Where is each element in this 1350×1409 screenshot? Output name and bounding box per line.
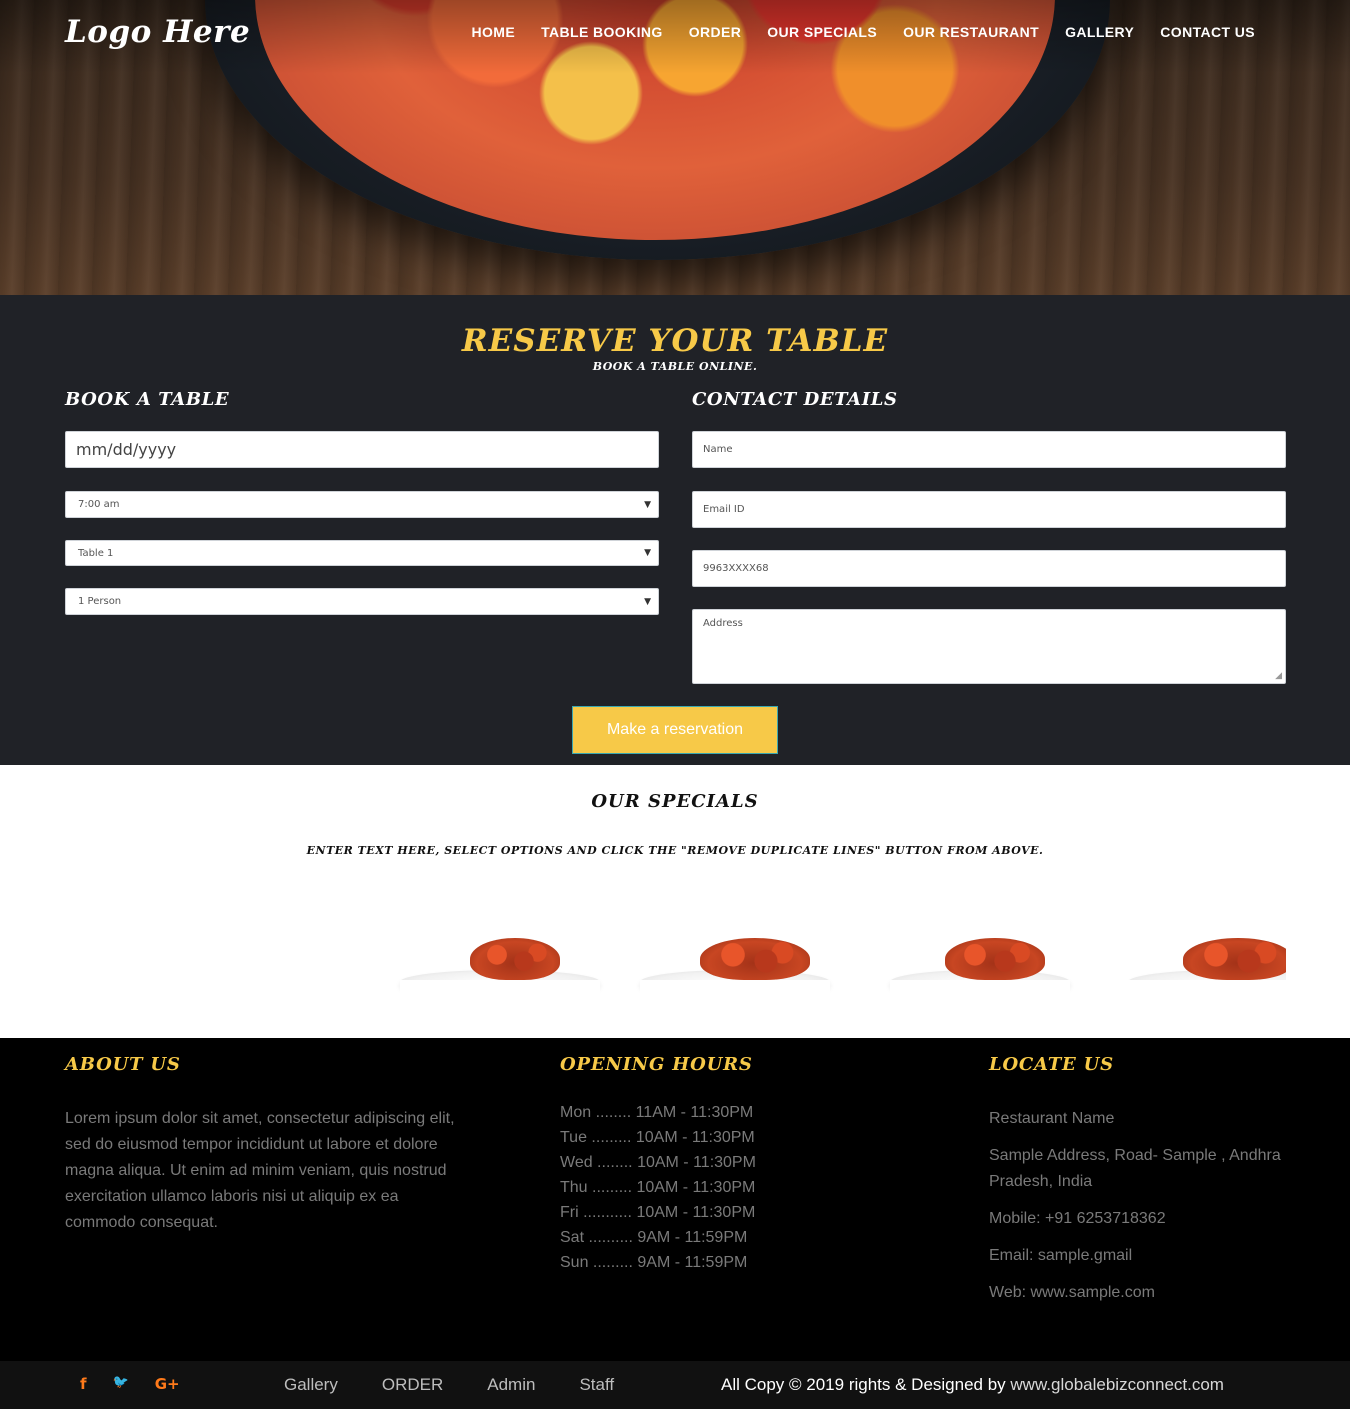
date-input[interactable]: mm/dd/yyyy: [65, 431, 659, 468]
hours-row: Thu ......... 10AM - 11:30PM: [560, 1179, 756, 1196]
specials-section: OUR SPECIALS ENTER TEXT HERE, SELECT OPT…: [0, 765, 1350, 1038]
nav-contact-us[interactable]: CONTACT US: [1160, 24, 1255, 40]
restaurant-email: Email: sample.gmail: [989, 1247, 1133, 1264]
hours-row: Fri ........... 10AM - 11:30PM: [560, 1204, 756, 1221]
restaurant-name: Restaurant Name: [989, 1110, 1115, 1127]
table-value: Table 1: [78, 547, 114, 559]
name-placeholder: Name: [703, 444, 733, 455]
site-logo[interactable]: Logo Here: [65, 14, 250, 50]
nav-home[interactable]: HOME: [471, 24, 515, 40]
chevron-down-icon: ▼: [644, 596, 651, 607]
social-links: f 🐦 G+: [80, 1375, 180, 1393]
contact-details-heading: CONTACT DETAILS: [692, 389, 898, 410]
name-input[interactable]: Name: [692, 431, 1286, 468]
hours-row: Wed ........ 10AM - 11:30PM: [560, 1154, 756, 1171]
chevron-down-icon: ▼: [644, 499, 651, 510]
persons-select[interactable]: 1 Person ▼: [65, 588, 659, 615]
reservation-title: RESERVE YOUR TABLE: [461, 323, 889, 359]
google-plus-icon[interactable]: G+: [155, 1375, 180, 1393]
locate-heading: LOCATE US: [989, 1054, 1114, 1075]
time-select[interactable]: 7:00 am ▼: [65, 491, 659, 518]
twitter-icon[interactable]: 🐦: [113, 1375, 129, 1393]
resize-handle-icon[interactable]: ◢: [1275, 671, 1282, 681]
special-dish-image[interactable]: [1128, 920, 1286, 1000]
book-table-heading: BOOK A TABLE: [65, 389, 230, 410]
about-text: Lorem ipsum dolor sit amet, consectetur …: [65, 1110, 455, 1231]
logo-suffix: Here: [163, 14, 251, 50]
specials-text: ENTER TEXT HERE, SELECT OPTIONS AND CLIC…: [306, 844, 1044, 857]
reservation-section: RESERVE YOUR TABLE BOOK A TABLE ONLINE. …: [0, 295, 1350, 765]
footer-link-order[interactable]: ORDER: [382, 1375, 443, 1395]
copyright: All Copy © 2019 rights & Designed by www…: [721, 1375, 1224, 1395]
logo-prefix: Logo: [65, 14, 152, 50]
footer: ABOUT US Lorem ipsum dolor sit amet, con…: [0, 1038, 1350, 1361]
specials-title: OUR SPECIALS: [591, 791, 759, 812]
hours-row: Sat .......... 9AM - 11:59PM: [560, 1229, 748, 1246]
footer-link-admin[interactable]: Admin: [487, 1375, 535, 1395]
date-placeholder: mm/dd/yyyy: [76, 440, 177, 459]
hero-banner: Logo Here HOME TABLE BOOKING ORDER OUR S…: [0, 0, 1350, 295]
nav-table-booking[interactable]: TABLE BOOKING: [541, 24, 663, 40]
copyright-text: All Copy © 2019 rights & Designed by: [721, 1375, 1011, 1394]
restaurant-web: Web: www.sample.com: [989, 1284, 1155, 1301]
time-value: 7:00 am: [78, 499, 120, 510]
make-reservation-button[interactable]: Make a reservation: [572, 706, 778, 754]
hours-row: Sun ......... 9AM - 11:59PM: [560, 1254, 748, 1271]
table-select[interactable]: Table 1 ▼: [65, 540, 659, 566]
phone-placeholder: 9963XXXX68: [703, 563, 769, 574]
main-nav: HOME TABLE BOOKING ORDER OUR SPECIALS OU…: [471, 24, 1255, 40]
email-placeholder: Email ID: [703, 504, 745, 515]
chevron-down-icon: ▼: [644, 548, 651, 558]
opening-hours-list: Mon ........ 11AM - 11:30PM Tue ........…: [560, 1100, 756, 1275]
special-dish-image[interactable]: [640, 920, 830, 1004]
nav-our-restaurant[interactable]: OUR RESTAURANT: [903, 24, 1039, 40]
footer-nav: Gallery ORDER Admin Staff: [284, 1375, 614, 1395]
nav-gallery[interactable]: GALLERY: [1065, 24, 1134, 40]
locate-info: Restaurant Name Sample Address, Road- Sa…: [989, 1106, 1289, 1317]
hours-heading: OPENING HOURS: [560, 1054, 753, 1075]
email-input[interactable]: Email ID: [692, 491, 1286, 528]
restaurant-address: Sample Address, Road- Sample , Andhra Pr…: [989, 1147, 1281, 1190]
footer-link-staff[interactable]: Staff: [579, 1375, 614, 1395]
restaurant-mobile: Mobile: +91 6253718362: [989, 1210, 1166, 1227]
about-heading: ABOUT US: [65, 1054, 181, 1075]
facebook-icon[interactable]: f: [80, 1375, 87, 1393]
bottom-bar: f 🐦 G+ Gallery ORDER Admin Staff All Cop…: [0, 1361, 1350, 1409]
address-textarea[interactable]: Address ◢: [692, 609, 1286, 684]
address-placeholder: Address: [703, 618, 743, 629]
special-dish-image[interactable]: [890, 920, 1070, 1004]
nav-our-specials[interactable]: OUR SPECIALS: [767, 24, 877, 40]
special-dish-image[interactable]: [400, 920, 600, 1004]
hours-row: Tue ......... 10AM - 11:30PM: [560, 1129, 755, 1146]
reservation-subtitle: BOOK A TABLE ONLINE.: [592, 360, 758, 373]
designer-link[interactable]: www.globalebizconnect.com: [1010, 1375, 1224, 1394]
footer-link-gallery[interactable]: Gallery: [284, 1375, 338, 1395]
hours-row: Mon ........ 11AM - 11:30PM: [560, 1104, 754, 1121]
nav-order[interactable]: ORDER: [689, 24, 742, 40]
persons-value: 1 Person: [78, 596, 122, 607]
phone-input[interactable]: 9963XXXX68: [692, 550, 1286, 587]
